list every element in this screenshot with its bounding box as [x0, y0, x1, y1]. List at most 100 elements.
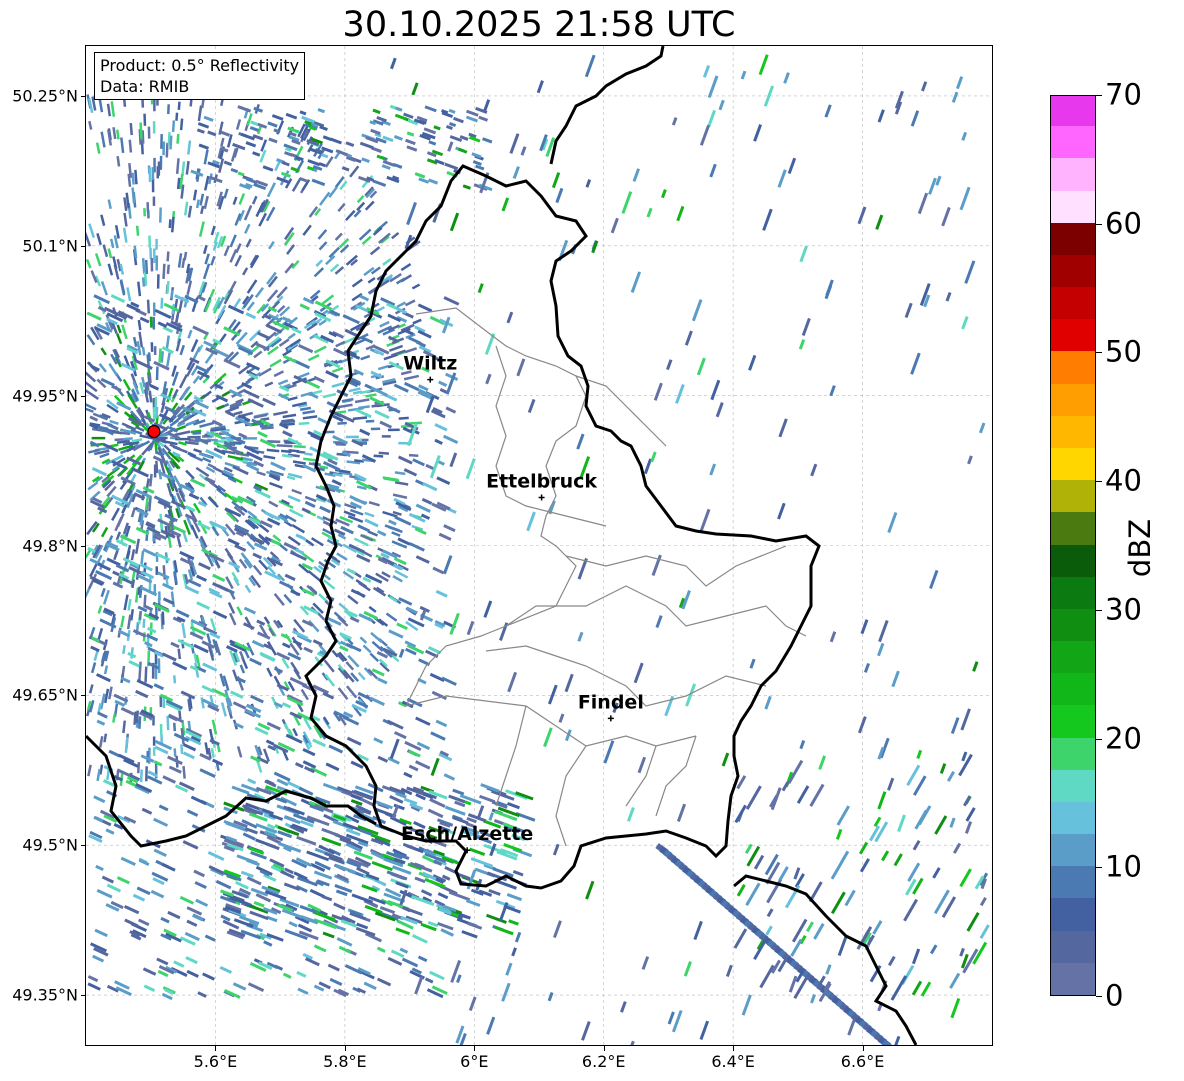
echo-cell	[108, 363, 119, 377]
echo-cell	[418, 658, 431, 667]
echo-cell	[192, 325, 209, 336]
echo-cell	[278, 379, 289, 386]
echo-cell	[346, 736, 362, 746]
echo-cell	[707, 109, 716, 128]
echo-cell	[287, 495, 301, 503]
echo-cell	[377, 364, 390, 371]
colorbar-segment	[1051, 544, 1095, 577]
echo-cell	[299, 176, 308, 183]
echo-cell	[287, 332, 296, 340]
echo-cell	[312, 639, 323, 647]
echo-cell	[376, 154, 386, 161]
echo-cell	[676, 803, 687, 822]
echo-cell	[284, 151, 293, 157]
echo-cell	[397, 455, 413, 465]
echo-cell	[269, 358, 282, 368]
echo-cell	[359, 636, 368, 644]
echo-cell	[328, 744, 344, 754]
echo-cell	[162, 141, 166, 156]
echo-cell	[461, 930, 478, 939]
echo-cell	[979, 897, 987, 907]
echo-cell	[350, 588, 366, 598]
colorbar-tick-label: 40	[1105, 463, 1142, 498]
latitude-tick-label: 49.5°N	[22, 835, 78, 855]
echo-cell	[875, 214, 884, 230]
echo-cell	[247, 778, 257, 785]
echo-cell	[245, 238, 252, 248]
echo-cell	[112, 127, 117, 140]
echo-cell	[715, 402, 724, 418]
echo-cell	[620, 1001, 627, 1013]
echo-cell	[95, 142, 101, 154]
echo-cell	[951, 91, 959, 103]
colorbar-tick	[1096, 95, 1102, 96]
echo-cell	[406, 145, 418, 152]
echo-cell	[159, 696, 163, 708]
echo-cell	[140, 550, 145, 565]
echo-cell	[428, 140, 437, 146]
echo-cell	[93, 795, 106, 804]
echo-cell	[666, 359, 673, 371]
echo-cell	[153, 346, 157, 355]
echo-cell	[910, 352, 921, 375]
echo-cell	[280, 633, 290, 640]
echo-cell	[363, 981, 377, 990]
echo-cell	[414, 976, 424, 995]
echo-cell	[313, 267, 325, 278]
echo-cell	[97, 605, 103, 614]
echo-cell	[175, 112, 179, 121]
echo-cell	[311, 178, 326, 187]
colorbar-tick	[1096, 352, 1102, 354]
echo-cell	[877, 109, 885, 123]
echo-cell	[466, 109, 479, 117]
echo-cell	[910, 110, 920, 127]
echo-cell	[630, 271, 642, 293]
echo-cell	[359, 294, 370, 302]
echo-cell	[87, 982, 101, 991]
radar-site-marker[interactable]	[147, 425, 161, 439]
echo-cell	[232, 465, 249, 476]
longitude-tick	[474, 1046, 476, 1051]
echo-cell	[297, 987, 309, 995]
echo-cell	[486, 1016, 496, 1035]
colorbar-tick	[1096, 996, 1102, 997]
echo-cell	[142, 548, 157, 557]
echo-cell	[296, 835, 317, 846]
echo-cell	[143, 208, 147, 217]
echo-cell	[200, 205, 205, 215]
echo-cell	[472, 160, 482, 166]
echo-cell	[764, 695, 772, 710]
colorbar-tick-label: 20	[1105, 721, 1142, 756]
echo-cell	[443, 773, 456, 781]
radar-map[interactable]: Wiltz Ettelbruck Findel Esch/Alzette	[85, 45, 993, 1046]
echo-cell	[514, 931, 522, 943]
echo-cell	[269, 481, 283, 489]
echo-cell	[917, 192, 929, 215]
echo-cell	[401, 957, 419, 968]
echo-cell	[952, 842, 962, 854]
belgium-france-border	[86, 734, 377, 848]
echo-cell	[229, 234, 237, 248]
echo-cell	[193, 869, 205, 878]
echo-cell	[438, 380, 448, 387]
echo-cell	[263, 643, 273, 650]
echo-cell	[381, 435, 391, 438]
echo-cell	[921, 81, 928, 92]
echo-cell	[449, 452, 458, 468]
echo-cell	[887, 777, 895, 791]
echo-cell	[389, 57, 397, 70]
echo-cell	[243, 205, 253, 221]
echo-cell	[465, 115, 479, 123]
echo-cell	[505, 962, 513, 976]
colorbar-segment	[1051, 157, 1095, 191]
echo-cell	[308, 619, 320, 633]
echo-cell	[443, 434, 459, 444]
echo-cell	[955, 76, 964, 90]
echo-cell	[103, 733, 108, 743]
colorbar-tick	[1096, 223, 1102, 225]
echo-cell	[349, 165, 360, 178]
colorbar-tick	[1096, 481, 1102, 483]
echo-cell	[321, 827, 340, 837]
echo-cell	[684, 330, 693, 346]
echo-cell	[404, 299, 416, 307]
